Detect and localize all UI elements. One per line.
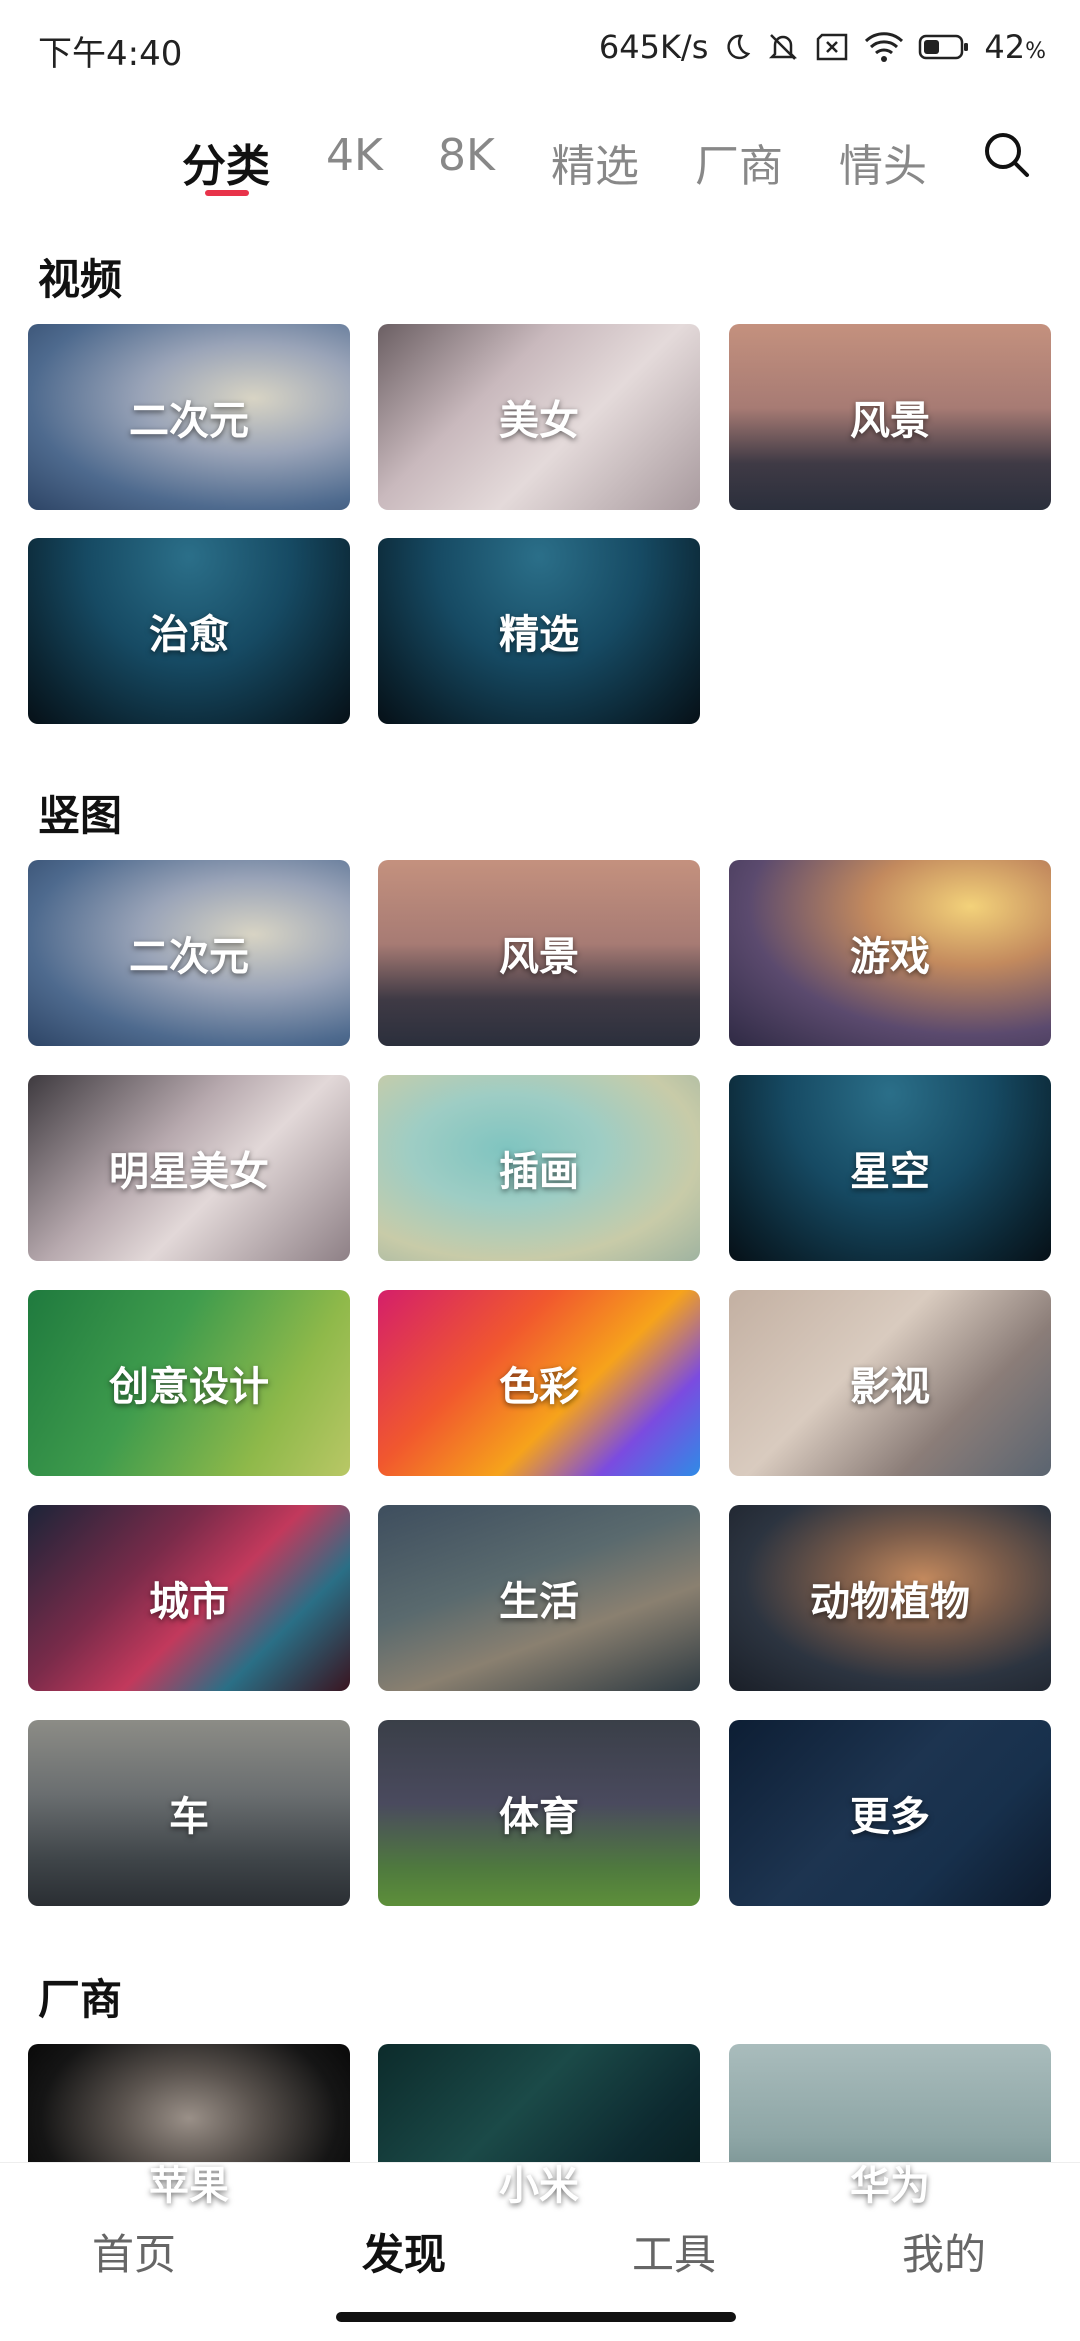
tile-portrait-animals-plants[interactable]: 动物植物 [729, 1505, 1051, 1691]
home-indicator[interactable] [336, 2312, 736, 2322]
status-bar: 下午4:40 645K/s 42% [0, 0, 1080, 96]
wifi-icon [864, 31, 904, 63]
tile-portrait-creative[interactable]: 创意设计 [28, 1290, 350, 1476]
moon-icon [722, 32, 752, 62]
tile-video-beauty[interactable]: 美女 [378, 324, 700, 510]
section-title-vendor: 厂商 [38, 1975, 123, 2024]
tile-portrait-sports[interactable]: 体育 [378, 1720, 700, 1906]
nav-me[interactable]: 我的 [902, 2221, 986, 2282]
tile-portrait-colors[interactable]: 色彩 [378, 1290, 700, 1476]
tile-portrait-illustration[interactable]: 插画 [378, 1075, 700, 1261]
category-tabs: 分类 4K 8K 精选 厂商 情头 [0, 120, 1080, 220]
battery-icon [918, 33, 970, 61]
tab-8k[interactable]: 8K [438, 130, 495, 181]
sim-x-icon [814, 32, 850, 62]
tile-portrait-games[interactable]: 游戏 [729, 860, 1051, 1046]
tile-video-healing[interactable]: 治愈 [28, 538, 350, 724]
tile-portrait-starry-sky[interactable]: 星空 [729, 1075, 1051, 1261]
status-icons: 645K/s 42% [599, 24, 1046, 70]
tab-4k[interactable]: 4K [326, 130, 383, 181]
tab-vendors[interactable]: 厂商 [695, 130, 783, 194]
tile-portrait-celebrity[interactable]: 明星美女 [28, 1075, 350, 1261]
tile-video-featured[interactable]: 精选 [378, 538, 700, 724]
tile-video-landscape[interactable]: 风景 [729, 324, 1051, 510]
tab-categories[interactable]: 分类 [182, 130, 270, 194]
battery-percent: 42% [984, 28, 1046, 66]
bell-muted-icon [766, 30, 800, 64]
nav-tools[interactable]: 工具 [632, 2221, 716, 2282]
tab-featured[interactable]: 精选 [551, 130, 639, 194]
tile-portrait-cars[interactable]: 车 [28, 1720, 350, 1906]
tab-couple-avatars[interactable]: 情头 [839, 130, 927, 194]
status-time: 下午4:40 [38, 34, 183, 74]
tile-portrait-more[interactable]: 更多 [729, 1720, 1051, 1906]
tile-video-anime[interactable]: 二次元 [28, 324, 350, 510]
nav-home[interactable]: 首页 [92, 2221, 176, 2282]
nav-discover[interactable]: 发现 [362, 2221, 446, 2282]
section-title-video: 视频 [38, 255, 123, 304]
section-title-portrait: 竖图 [38, 791, 123, 840]
net-speed: 645K/s [598, 28, 709, 66]
tile-portrait-landscape[interactable]: 风景 [378, 860, 700, 1046]
tile-portrait-film-tv[interactable]: 影视 [729, 1290, 1051, 1476]
tile-portrait-city[interactable]: 城市 [28, 1505, 350, 1691]
active-tab-indicator [205, 190, 249, 196]
search-icon[interactable] [980, 128, 1034, 182]
tile-portrait-anime[interactable]: 二次元 [28, 860, 350, 1046]
tile-portrait-life[interactable]: 生活 [378, 1505, 700, 1691]
